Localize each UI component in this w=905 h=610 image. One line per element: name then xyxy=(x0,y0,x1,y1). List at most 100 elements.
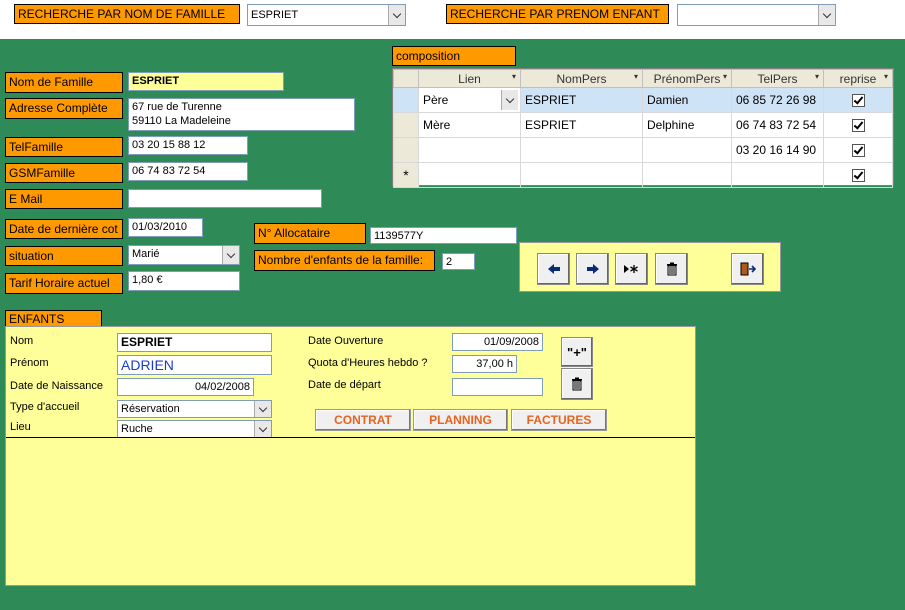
table-row[interactable]: Père ESPRIET Damien 06 85 72 26 98 xyxy=(393,87,893,113)
new-record-icon xyxy=(623,265,638,273)
telpers-cell[interactable]: 03 20 16 14 90 xyxy=(731,137,824,163)
chevron-down-icon[interactable] xyxy=(818,5,835,25)
naissance-field[interactable]: 04/02/2008 xyxy=(117,378,254,396)
prenompers-cell[interactable]: Delphine xyxy=(642,112,732,138)
factures-button[interactable]: FACTURES xyxy=(511,409,607,431)
col-nompers[interactable]: NomPers ▾ xyxy=(520,69,643,88)
prenompers-cell[interactable]: Damien xyxy=(642,87,732,113)
sort-icon[interactable]: ▾ xyxy=(884,72,888,81)
reprise-checkbox[interactable] xyxy=(851,144,865,158)
lieu-combo[interactable]: Ruche xyxy=(117,420,272,438)
date-cotisation-label: Date de dernière cot xyxy=(5,219,123,239)
add-enfant-button[interactable]: "+" xyxy=(561,337,593,367)
tel-famille-field[interactable]: 03 20 15 88 12 xyxy=(128,136,248,155)
adresse-label: Adresse Complète xyxy=(5,98,123,119)
ouverture-field[interactable]: 01/09/2008 xyxy=(452,333,543,351)
ouverture-label: Date Ouverture xyxy=(308,335,384,347)
col-nompers-label: NomPers xyxy=(556,71,607,86)
nb-enfants-field[interactable]: 2 xyxy=(442,253,475,270)
telpers-cell[interactable]: 06 85 72 26 98 xyxy=(731,87,824,113)
reprise-checkbox[interactable] xyxy=(851,119,865,133)
navigation-panel xyxy=(519,242,781,292)
trash-icon xyxy=(666,262,677,276)
reprise-cell[interactable] xyxy=(823,112,893,138)
composition-label: composition xyxy=(392,46,516,66)
nom-famille-field[interactable]: ESPRIET xyxy=(128,72,284,91)
delete-record-button[interactable] xyxy=(655,253,688,285)
col-reprise-label: reprise xyxy=(839,71,877,86)
situation-label: situation xyxy=(5,246,123,266)
enfants-panel: Nom ESPRIET Prénom ADRIEN Date de Naissa… xyxy=(5,326,696,586)
enfants-label: ENFANTS xyxy=(5,310,102,327)
nompers-cell[interactable] xyxy=(520,162,643,188)
reprise-cell[interactable] xyxy=(823,137,893,163)
telpers-cell[interactable] xyxy=(731,162,824,188)
nompers-cell[interactable] xyxy=(520,137,643,163)
telpers-cell[interactable]: 06 74 83 72 54 xyxy=(731,112,824,138)
quota-label: Quota d'Heures hebdo ? xyxy=(308,357,428,369)
search-prenom-combo[interactable] xyxy=(677,4,836,26)
sort-icon[interactable]: ▾ xyxy=(815,72,819,81)
allocataire-field[interactable]: 1139577Y xyxy=(370,227,517,244)
search-nom-combo[interactable]: ESPRIET xyxy=(247,4,406,26)
tarif-horaire-label: Tarif Horaire actuel xyxy=(5,273,123,294)
enfant-prenom-field[interactable]: ADRIEN xyxy=(117,355,272,375)
tel-famille-label: TelFamille xyxy=(5,137,123,157)
reprise-cell[interactable] xyxy=(823,162,893,188)
adresse-field[interactable]: 67 rue de Turenne 59110 La Madeleine xyxy=(128,98,355,131)
table-row[interactable]: Mère ESPRIET Delphine 06 74 83 72 54 xyxy=(393,112,893,138)
col-telpers[interactable]: TelPers ▾ xyxy=(731,69,824,88)
nompers-cell[interactable]: ESPRIET xyxy=(520,87,643,113)
row-selector[interactable] xyxy=(393,137,419,163)
date-cotisation-field[interactable]: 01/03/2010 xyxy=(128,218,203,237)
adresse-line1: 67 rue de Turenne xyxy=(132,101,222,113)
quota-field[interactable]: 37,00 h xyxy=(452,355,517,373)
sort-icon[interactable]: ▾ xyxy=(723,72,727,81)
chevron-down-icon[interactable] xyxy=(254,401,271,417)
depart-field[interactable] xyxy=(452,378,543,396)
table-row[interactable]: * xyxy=(393,162,893,188)
chevron-down-icon[interactable] xyxy=(222,246,239,264)
sort-icon[interactable]: ▾ xyxy=(634,72,638,81)
lieu-label: Lieu xyxy=(10,421,31,433)
row-selector[interactable] xyxy=(393,112,419,138)
tarif-horaire-field[interactable]: 1,80 € xyxy=(128,271,240,291)
chevron-down-icon[interactable] xyxy=(254,421,271,437)
nom-famille-label: Nom de Famille xyxy=(5,72,123,93)
previous-record-button[interactable] xyxy=(537,253,570,285)
contrat-button[interactable]: CONTRAT xyxy=(315,409,411,431)
email-field[interactable] xyxy=(128,189,322,208)
arrow-left-icon xyxy=(547,264,560,274)
planning-button[interactable]: PLANNING xyxy=(413,409,508,431)
new-row-marker[interactable]: * xyxy=(393,162,419,188)
reprise-cell[interactable] xyxy=(823,87,893,113)
prenompers-cell[interactable] xyxy=(642,162,732,188)
enfant-nom-field[interactable]: ESPRIET xyxy=(117,333,272,352)
chevron-down-icon[interactable] xyxy=(388,5,405,25)
new-record-button[interactable] xyxy=(615,253,648,285)
depart-label: Date de départ xyxy=(308,379,381,391)
lien-cell[interactable]: Mère xyxy=(418,112,521,138)
lien-cell[interactable] xyxy=(418,162,521,188)
exit-button[interactable] xyxy=(731,253,764,285)
prenompers-cell[interactable] xyxy=(642,137,732,163)
col-lien[interactable]: Lien ▾ xyxy=(418,69,521,88)
next-record-button[interactable] xyxy=(576,253,609,285)
row-selector[interactable] xyxy=(393,87,419,113)
col-prenompers[interactable]: PrénomPers ▾ xyxy=(642,69,732,88)
chevron-down-icon[interactable] xyxy=(501,90,518,110)
situation-combo[interactable]: Marié xyxy=(128,245,240,265)
accueil-combo[interactable]: Réservation xyxy=(117,400,272,418)
delete-enfant-button[interactable] xyxy=(561,368,593,400)
gsm-famille-field[interactable]: 06 74 83 72 54 xyxy=(128,162,248,181)
allocataire-label: N° Allocataire xyxy=(254,223,366,244)
col-reprise[interactable]: reprise ▾ xyxy=(823,69,893,88)
table-row[interactable]: 03 20 16 14 90 xyxy=(393,137,893,163)
trash-icon xyxy=(572,377,582,391)
nompers-cell[interactable]: ESPRIET xyxy=(520,112,643,138)
reprise-checkbox[interactable] xyxy=(851,94,865,108)
sort-icon[interactable]: ▾ xyxy=(512,72,516,81)
reprise-checkbox[interactable] xyxy=(851,169,865,183)
lien-cell[interactable] xyxy=(418,137,521,163)
lien-combo[interactable]: Père xyxy=(418,87,521,113)
